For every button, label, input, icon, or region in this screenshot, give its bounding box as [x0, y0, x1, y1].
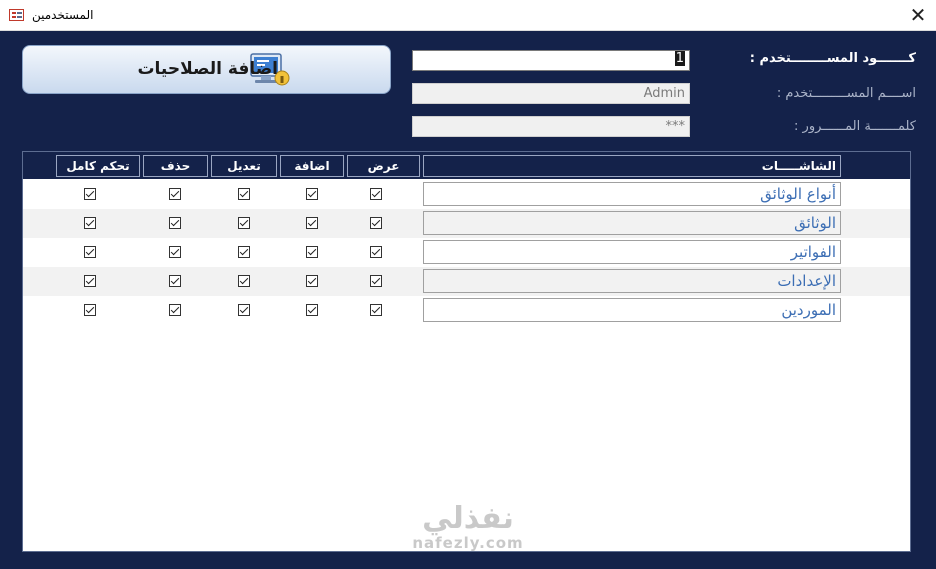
add-checkbox[interactable] [306, 275, 318, 287]
title-bar: المستخدمين ✕ [0, 0, 936, 31]
header-view: عرض [347, 155, 420, 177]
watermark-arabic: نفذلي [422, 501, 514, 536]
add-permissions-label: اضافة الصلاحيات [137, 59, 278, 79]
user-code-label: كـــــــود المســــــــتخدم : [749, 51, 916, 66]
user-name-field[interactable]: Admin [412, 83, 690, 104]
password-field[interactable]: *** [412, 116, 690, 137]
table-row: الوثائق [23, 209, 910, 238]
edit-checkbox[interactable] [238, 275, 250, 287]
screen-name-field[interactable]: الفواتير [423, 240, 841, 264]
edit-checkbox[interactable] [238, 246, 250, 258]
edit-checkbox[interactable] [238, 217, 250, 229]
edit-checkbox[interactable] [238, 304, 250, 316]
delete-checkbox[interactable] [169, 246, 181, 258]
table-row: أنواع الوثائق [23, 180, 910, 209]
screen-name-field[interactable]: الموردين [423, 298, 841, 322]
table-row: الموردين [23, 296, 910, 325]
add-checkbox[interactable] [306, 304, 318, 316]
header-screens: الشاشـــــات [423, 155, 841, 177]
close-button[interactable]: ✕ [906, 4, 930, 26]
add-checkbox[interactable] [306, 188, 318, 200]
table-row: الإعدادات [23, 267, 910, 296]
full-control-checkbox[interactable] [84, 246, 96, 258]
view-checkbox[interactable] [370, 275, 382, 287]
user-name-label: اســــم المســـــــــتخدم : [776, 86, 916, 101]
password-label: كلمـــــــة المــــــرور : [794, 119, 916, 134]
full-control-checkbox[interactable] [84, 304, 96, 316]
grid-header: الشاشـــــات عرض اضافة تعديل حذف تحكم كا… [23, 152, 910, 179]
form-icon [9, 9, 24, 21]
form-body: اضافة الصلاحيات كـــــــود المســــــــت… [0, 31, 936, 569]
permissions-grid: الشاشـــــات عرض اضافة تعديل حذف تحكم كا… [22, 151, 911, 552]
add-checkbox[interactable] [306, 246, 318, 258]
add-permissions-button[interactable]: اضافة الصلاحيات [22, 45, 391, 94]
header-delete: حذف [143, 155, 208, 177]
view-checkbox[interactable] [370, 188, 382, 200]
view-checkbox[interactable] [370, 304, 382, 316]
delete-checkbox[interactable] [169, 217, 181, 229]
add-checkbox[interactable] [306, 217, 318, 229]
user-code-field[interactable]: 1 [412, 50, 690, 71]
delete-checkbox[interactable] [169, 304, 181, 316]
screen-name-field[interactable]: الوثائق [423, 211, 841, 235]
user-code-value: 1 [674, 51, 685, 66]
view-checkbox[interactable] [370, 246, 382, 258]
window-title: المستخدمين [32, 8, 94, 22]
delete-checkbox[interactable] [169, 275, 181, 287]
full-control-checkbox[interactable] [84, 188, 96, 200]
header-edit: تعديل [211, 155, 277, 177]
edit-checkbox[interactable] [238, 188, 250, 200]
header-add: اضافة [280, 155, 344, 177]
screen-name-field[interactable]: أنواع الوثائق [423, 182, 841, 206]
watermark: نفذلي nafezly.com [408, 501, 528, 552]
view-checkbox[interactable] [370, 217, 382, 229]
watermark-latin: nafezly.com [412, 534, 524, 552]
screen-name-field[interactable]: الإعدادات [423, 269, 841, 293]
delete-checkbox[interactable] [169, 188, 181, 200]
header-full-control: تحكم كامل [56, 155, 140, 177]
table-row: الفواتير [23, 238, 910, 267]
full-control-checkbox[interactable] [84, 275, 96, 287]
full-control-checkbox[interactable] [84, 217, 96, 229]
